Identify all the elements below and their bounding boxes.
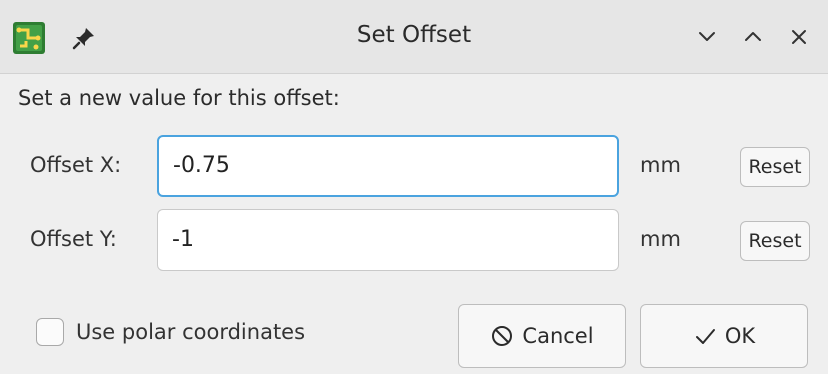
polar-coordinates-option[interactable]: Use polar coordinates — [36, 318, 305, 346]
offset-x-reset-button[interactable]: Reset — [740, 147, 810, 187]
polar-coordinates-label[interactable]: Use polar coordinates — [76, 320, 305, 344]
set-offset-dialog: Set Offset Set a new value for this offs… — [0, 0, 828, 374]
offset-y-reset-button[interactable]: Reset — [740, 221, 810, 261]
title-bar[interactable]: Set Offset — [0, 0, 828, 74]
minimize-icon[interactable] — [692, 22, 722, 52]
close-icon[interactable] — [784, 22, 814, 52]
cancel-icon — [492, 326, 513, 346]
dialog-prompt: Set a new value for this offset: — [18, 86, 340, 110]
checkmark-icon — [695, 329, 715, 344]
ok-label: OK — [724, 324, 756, 348]
polar-coordinates-checkbox[interactable] — [36, 318, 64, 346]
offset-x-unit: mm — [640, 153, 681, 177]
offset-y-unit: mm — [640, 227, 681, 251]
cancel-button[interactable]: Cancel — [458, 304, 626, 368]
maximize-icon[interactable] — [738, 22, 768, 52]
offset-y-label: Offset Y: — [30, 227, 117, 251]
ok-button[interactable]: OK — [640, 304, 808, 368]
offset-x-input[interactable]: -0.75 — [157, 135, 619, 197]
offset-y-input[interactable]: -1 — [157, 209, 619, 271]
cancel-label: Cancel — [522, 324, 594, 348]
offset-x-label: Offset X: — [30, 153, 122, 177]
